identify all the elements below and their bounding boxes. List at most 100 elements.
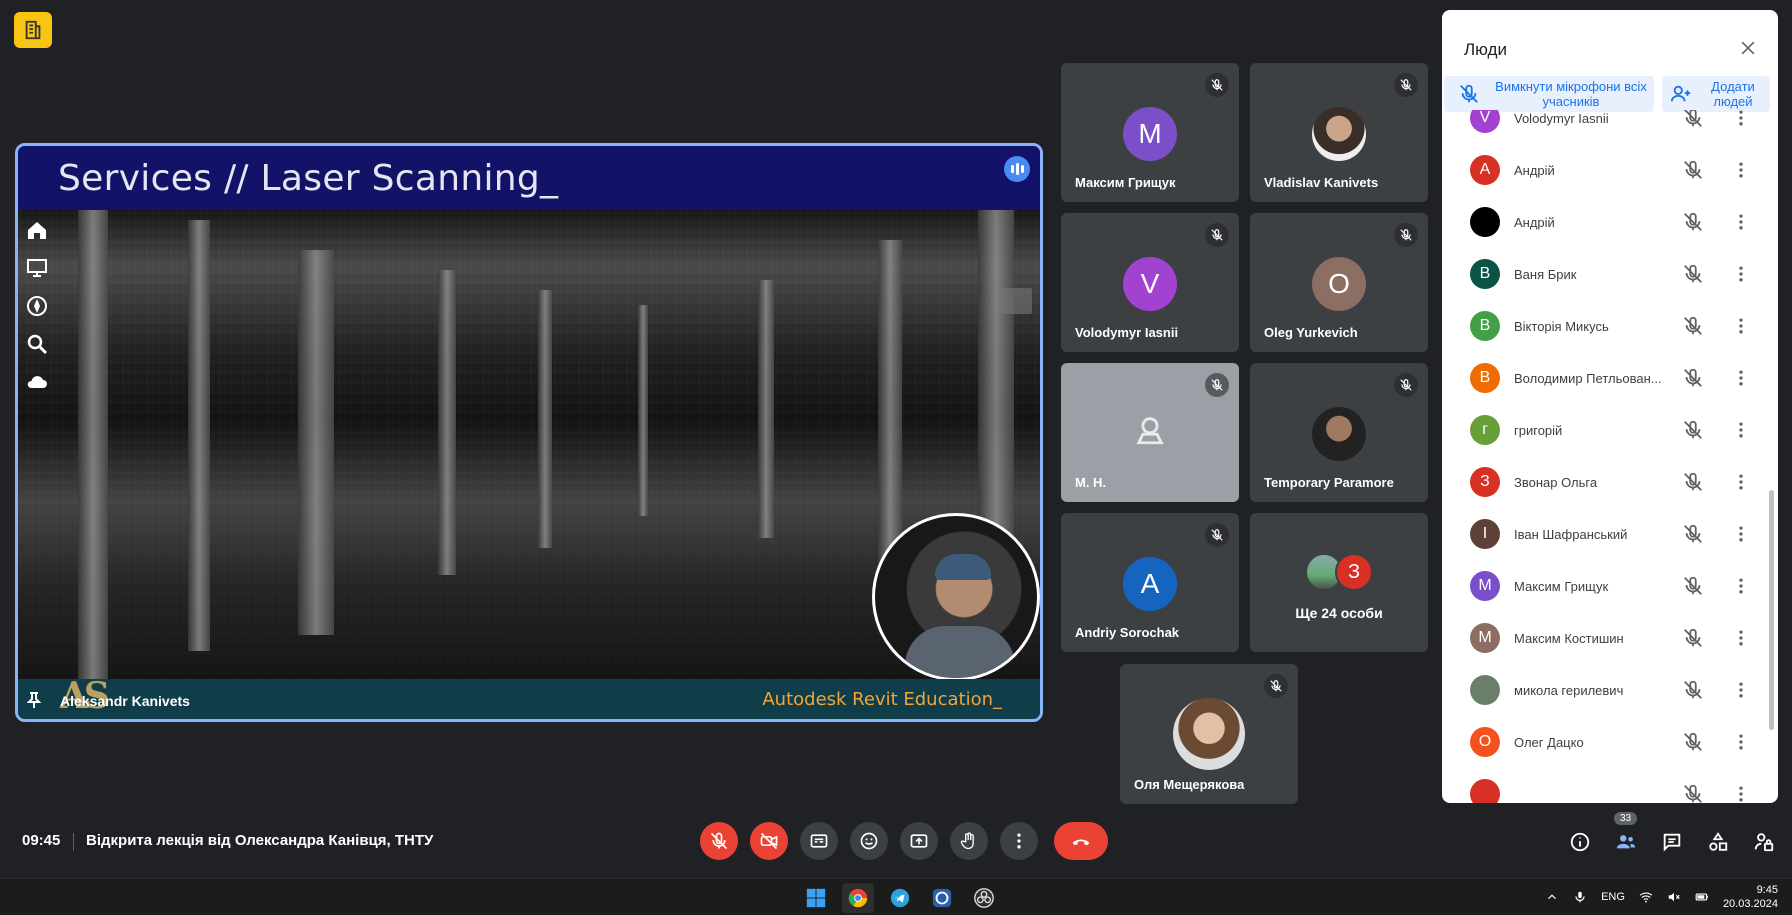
speaking-indicator-icon (1004, 156, 1030, 182)
mic-off-icon[interactable] (1682, 367, 1704, 389)
captions-button[interactable] (800, 822, 838, 860)
participant-row[interactable]: І Іван Шафранський (1452, 508, 1770, 560)
participant-name: Andriy Sorochak (1075, 625, 1180, 640)
participant-row[interactable]: V Volodymyr Iasnii (1452, 110, 1770, 144)
participant-row[interactable]: О Олег Дацко (1452, 716, 1770, 768)
chevron-up-icon[interactable] (1545, 890, 1559, 904)
participant-avatar: В (1470, 259, 1500, 289)
participant-more-button[interactable] (1730, 731, 1752, 753)
participant-name: Oleg Yurkevich (1264, 325, 1358, 340)
clock-date[interactable]: 9:45 20.03.2024 (1723, 883, 1778, 911)
participant-tile[interactable]: Vladislav Kanivets (1250, 63, 1428, 202)
participant-row[interactable]: З Звонар Ольга (1452, 456, 1770, 508)
people-button[interactable]: 33 (1608, 812, 1644, 860)
mic-off-icon[interactable] (1682, 211, 1704, 233)
taskbar-chrome[interactable] (842, 883, 874, 913)
participant-more-button[interactable] (1730, 471, 1752, 493)
more-participants-tile[interactable]: З Ще 24 особи (1250, 513, 1428, 652)
mute-all-button[interactable]: Вимкнути мікрофони всіх учасників (1444, 76, 1654, 112)
participant-more-button[interactable] (1730, 783, 1752, 803)
mic-off-icon[interactable] (1682, 575, 1704, 597)
participant-row[interactable]: M Максим Грищук (1452, 560, 1770, 612)
volume-muted-icon[interactable] (1667, 890, 1681, 904)
leave-call-button[interactable] (1054, 822, 1108, 860)
mic-off-icon[interactable] (1682, 523, 1704, 545)
participant-row[interactable]: микола герилевич (1452, 664, 1770, 716)
participant-row[interactable]: A Андрій (1452, 144, 1770, 196)
more-options-button[interactable] (1000, 822, 1038, 860)
participant-row[interactable] (1452, 768, 1770, 803)
participant-tile[interactable]: Оля Мещерякова (1120, 664, 1298, 804)
participant-more-button[interactable] (1730, 575, 1752, 597)
mic-off-icon[interactable] (1682, 471, 1704, 493)
mic-off-icon[interactable] (1682, 159, 1704, 181)
scan-toolbar (22, 218, 52, 394)
telegram-icon (890, 888, 910, 908)
participant-row[interactable]: В Вікторія Микусь (1452, 300, 1770, 352)
avatar-photo (1312, 407, 1366, 461)
participant-name: М. Н. (1075, 475, 1107, 490)
toggle-camera-button[interactable] (750, 822, 788, 860)
meeting-time: 09:45 (22, 832, 61, 849)
scrollbar[interactable] (1769, 490, 1774, 730)
presentation-tile[interactable]: Services // Laser Scanning_ AS Aleksandr… (15, 143, 1043, 722)
taskbar-obs[interactable] (968, 883, 1000, 913)
participant-row[interactable]: г григорій (1452, 404, 1770, 456)
participant-more-button[interactable] (1730, 523, 1752, 545)
participant-tile[interactable]: М. Н. (1061, 363, 1239, 502)
mic-off-icon[interactable] (1682, 627, 1704, 649)
mic-off-icon[interactable] (1682, 263, 1704, 285)
participant-more-button[interactable] (1730, 367, 1752, 389)
participant-tile[interactable]: Temporary Paramore (1250, 363, 1428, 502)
close-panel-button[interactable] (1732, 32, 1764, 64)
participant-more-button[interactable] (1730, 263, 1752, 285)
footer-brand: Autodesk Revit Education_ (762, 689, 1002, 710)
participant-tile[interactable]: O Oleg Yurkevich (1250, 213, 1428, 352)
people-count-badge: 33 (1614, 812, 1638, 825)
start-button[interactable] (800, 883, 832, 913)
participant-row[interactable]: В Ваня Брик (1452, 248, 1770, 300)
battery-icon[interactable] (1695, 890, 1709, 904)
present-button[interactable] (900, 822, 938, 860)
raise-hand-button[interactable] (950, 822, 988, 860)
participant-more-button[interactable] (1730, 159, 1752, 181)
participant-more-button[interactable] (1730, 679, 1752, 701)
mic-off-icon[interactable] (1682, 419, 1704, 441)
slide-title: Services // Laser Scanning_ (58, 158, 559, 199)
activities-button[interactable] (1700, 824, 1736, 860)
participant-row[interactable]: M Максим Костишин (1452, 612, 1770, 664)
meeting-info-button[interactable] (1562, 824, 1598, 860)
reactions-button[interactable] (850, 822, 888, 860)
mic-off-icon[interactable] (1682, 315, 1704, 337)
mic-off-icon[interactable] (1682, 783, 1704, 803)
taskbar-telegram[interactable] (884, 883, 916, 913)
obs-icon (974, 888, 994, 908)
mic-off-icon[interactable] (1682, 731, 1704, 753)
participant-tile[interactable]: M Максим Грищук (1061, 63, 1239, 202)
mic-off-icon (1460, 84, 1478, 103)
participants-list[interactable]: V Volodymyr Iasnii A Андрій Андрій В Ваня Брик… (1452, 110, 1770, 803)
participant-more-button[interactable] (1730, 211, 1752, 233)
participant-tile[interactable]: A Andriy Sorochak (1061, 513, 1239, 652)
participant-more-button[interactable] (1730, 627, 1752, 649)
host-controls-button[interactable] (1746, 824, 1782, 860)
mic-off-icon[interactable] (1682, 110, 1704, 129)
participant-row[interactable]: Андрій (1452, 196, 1770, 248)
more-vert-icon (1017, 833, 1021, 849)
mic-off-icon (1264, 674, 1288, 698)
mic-off-icon (1205, 373, 1229, 397)
participant-row[interactable]: В Володимир Петльован... (1452, 352, 1770, 404)
chat-button[interactable] (1654, 824, 1690, 860)
participant-more-button[interactable] (1730, 315, 1752, 337)
input-language[interactable]: ENG (1601, 891, 1625, 903)
participant-more-button[interactable] (1730, 110, 1752, 129)
mic-icon[interactable] (1573, 890, 1587, 904)
participant-more-button[interactable] (1730, 419, 1752, 441)
pin-icon[interactable] (26, 691, 42, 709)
toggle-mic-button[interactable] (700, 822, 738, 860)
taskbar-app[interactable] (926, 883, 958, 913)
mic-off-icon[interactable] (1682, 679, 1704, 701)
add-people-button[interactable]: Додати людей (1662, 76, 1770, 112)
wifi-icon[interactable] (1639, 890, 1653, 904)
participant-tile[interactable]: V Volodymyr Iasnii (1061, 213, 1239, 352)
